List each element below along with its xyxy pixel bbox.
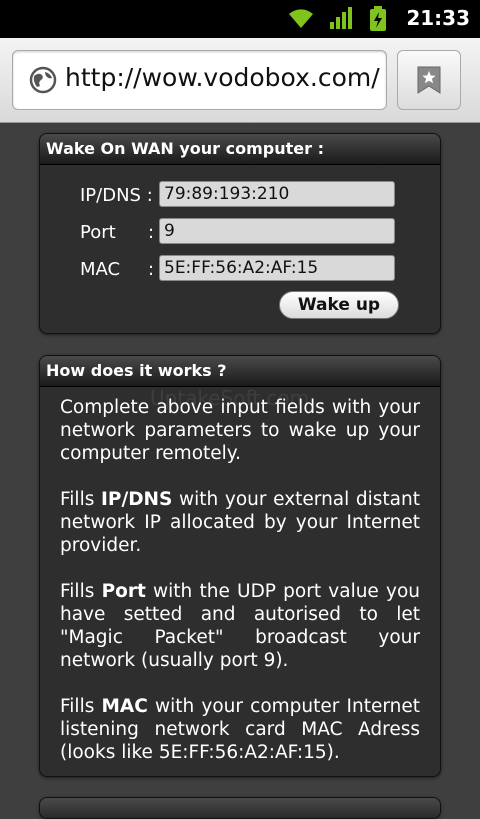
globe-icon — [29, 66, 57, 94]
help-paragraph-3: Fills Port with the UDP port value you h… — [60, 581, 421, 671]
bookmark-icon — [417, 66, 441, 94]
help-panel-title: How does it works ? — [40, 356, 440, 387]
status-bar: 21:33 — [0, 0, 480, 38]
clock: 21:33 — [406, 6, 470, 30]
help-paragraph-4: Fills MAC with your computer Internet li… — [60, 696, 420, 763]
next-panel-header — [40, 798, 440, 818]
port-colon: : — [148, 222, 155, 243]
ip-input[interactable] — [159, 181, 395, 207]
battery-icon — [370, 6, 386, 31]
port-label: Port — [80, 222, 116, 243]
next-panel — [39, 797, 441, 819]
mac-row: MAC : — [40, 255, 440, 285]
url-field[interactable]: http://wow.vodobox.com/ — [12, 50, 387, 110]
wake-panel-title: Wake On WAN your computer : — [40, 134, 440, 165]
wake-up-button[interactable]: Wake up — [279, 291, 399, 319]
wake-panel: Wake On WAN your computer : IP/DNS : Por… — [39, 133, 441, 334]
help-text: Complete above input fields with your ne… — [60, 396, 421, 776]
url-text: http://wow.vodobox.com/ — [65, 63, 380, 92]
ip-label: IP/DNS : — [80, 185, 153, 206]
ip-row: IP/DNS : — [40, 181, 440, 211]
status-icons — [278, 6, 388, 32]
help-paragraph-1: Complete above input fields with your ne… — [60, 397, 420, 464]
bookmark-button[interactable] — [397, 50, 461, 110]
port-row: Port : — [40, 218, 440, 248]
mac-colon: : — [148, 259, 155, 280]
wifi-icon — [288, 9, 313, 28]
signal-icon — [329, 7, 352, 29]
port-input[interactable] — [159, 218, 395, 244]
mac-label: MAC — [80, 259, 121, 280]
help-paragraph-2: Fills IP/DNS with your external distant … — [60, 489, 420, 556]
help-panel: How does it works ? UptakeSoft.com Compl… — [39, 355, 441, 777]
mac-input[interactable] — [159, 255, 395, 281]
browser-toolbar: http://wow.vodobox.com/ — [0, 38, 480, 123]
